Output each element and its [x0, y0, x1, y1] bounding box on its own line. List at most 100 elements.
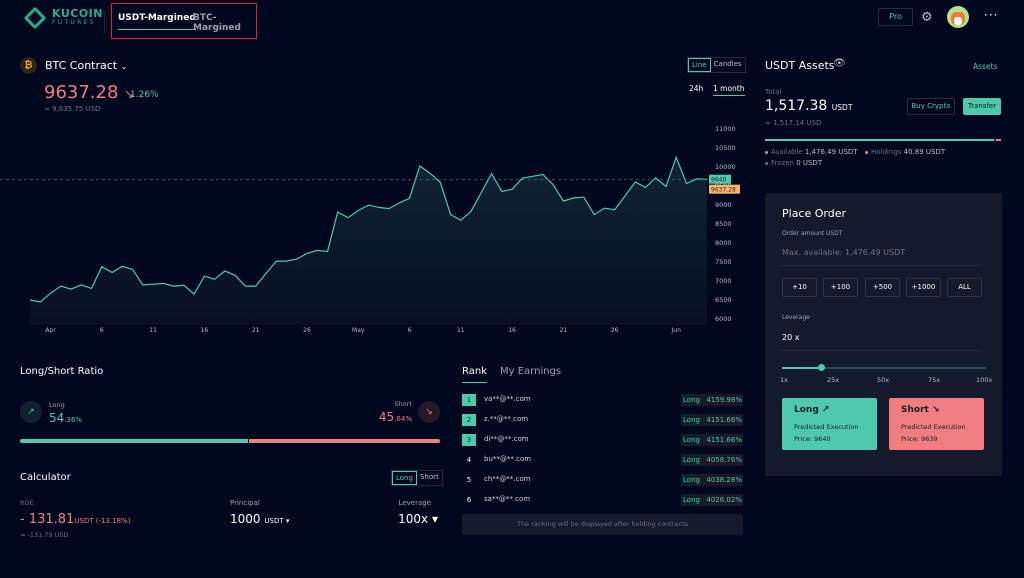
tab-my-earnings[interactable]: My Earnings	[500, 366, 561, 377]
y-tick-label: 7000	[715, 277, 732, 285]
kucoin-futures-logo[interactable]: KUCOIN FUTURES	[23, 6, 103, 29]
rank-number: 5	[466, 476, 472, 484]
add-1000-button[interactable]: +1000	[906, 278, 941, 297]
rank-earnings: 4026.02%	[702, 494, 743, 506]
long-price: Price: 9640	[794, 435, 831, 443]
available-value: 1,476.49 USDT	[804, 148, 858, 156]
leverage-label: Leverage	[782, 314, 810, 321]
chart-type-toggle: Line Candles	[687, 57, 746, 73]
rank-row: 4 bu**@**.com Long 4058.76%	[462, 454, 743, 468]
avatar[interactable]	[947, 6, 969, 28]
logo-subtext: FUTURES	[52, 19, 96, 26]
calculator-tabs: Long Short	[391, 470, 443, 486]
gear-icon[interactable]: ⚙	[921, 10, 933, 25]
y-tick-label: 8500	[715, 220, 732, 228]
rank-earnings: 4151.66%	[702, 414, 743, 426]
rank-row: 2 z.**@**.com Long 4151.66%	[462, 414, 743, 428]
assets-title: USDT Assets	[765, 59, 835, 72]
short-percent: 45.64%	[379, 410, 412, 424]
trend-down-icon: ↘	[931, 405, 940, 415]
trend-up-icon: ↗	[20, 401, 42, 423]
rank-row: 1 va**@**.com Long 4159.98%	[462, 394, 743, 408]
rank-side: Long	[681, 454, 702, 466]
short-label: Short	[394, 400, 412, 408]
x-tick-label: 6	[408, 327, 412, 334]
slider-label: 50x	[877, 376, 890, 384]
margin-tabs: USDT-Margined BTC-Margined	[111, 3, 257, 39]
add-100-button[interactable]: +100	[823, 278, 858, 297]
frozen-value: 0 USDT	[796, 159, 823, 167]
leverage-value[interactable]: 20 x	[782, 333, 983, 351]
long-bar	[20, 439, 249, 443]
trend-down-icon: ↘	[418, 401, 440, 423]
principal-value: 1000	[230, 512, 261, 526]
roe-unit: USDT (-13.18%)	[74, 517, 131, 525]
long-label: Long	[794, 405, 819, 415]
rank-user: z.**@**.com	[484, 415, 529, 423]
principal-select[interactable]: 1000 USDT ▾	[230, 512, 289, 526]
contract-selector[interactable]: BTC Contract ⌄	[45, 59, 127, 72]
mark-price-tag-label: 9637.28	[711, 187, 736, 194]
slider-label: 25x	[827, 376, 840, 384]
all-button[interactable]: ALL	[947, 278, 982, 297]
y-tick-label: 6000	[715, 315, 732, 323]
rank-number: 2	[462, 414, 476, 426]
rank-user: sa**@**.com	[484, 495, 531, 503]
range-1-month[interactable]: 1 month	[713, 84, 745, 96]
pro-button[interactable]: Pro	[878, 8, 913, 26]
price-usd: ≈ 9,635.75 USD	[44, 105, 101, 113]
tab-btc-margined[interactable]: BTC-Margined	[193, 13, 256, 33]
candles-tab[interactable]: Candles	[711, 58, 745, 72]
rank-user: di**@**.com	[484, 435, 529, 443]
calc-long-tab[interactable]: Long	[392, 471, 417, 485]
slider-label: 1x	[780, 376, 788, 384]
rank-side: Long	[681, 474, 702, 486]
tab-rank[interactable]: Rank	[462, 366, 487, 383]
total-usd: ≈ 1,517.14 USD	[765, 119, 822, 127]
y-tick-label: 10500	[715, 144, 736, 152]
long-dec: .36%	[64, 416, 83, 424]
calc-short-tab[interactable]: Short	[417, 471, 442, 485]
x-tick-label: 16	[201, 327, 209, 334]
rank-earnings: 4058.76%	[702, 454, 743, 466]
total-balance: 1,517.38 USDT	[765, 98, 852, 114]
ranking-note: The ranking will be displayed after hold…	[462, 514, 743, 535]
total-label: Total	[765, 88, 782, 96]
principal-label: Principal	[230, 499, 260, 507]
trend-up-icon: ↗	[821, 405, 830, 415]
place-order-panel: Place Order Order amount USDT Max. avail…	[765, 193, 1002, 476]
long-percent: 54.36%	[49, 411, 82, 425]
calc-leverage-select[interactable]: 100x ▾	[398, 512, 438, 526]
short-bar	[249, 439, 440, 443]
bitcoin-icon: ₿	[20, 57, 37, 74]
range-24h[interactable]: 24h	[689, 84, 703, 93]
long-label: Long	[49, 401, 65, 409]
last-price: 9637.28 ↘	[44, 82, 134, 103]
long-button[interactable]: Long ↗ Predicted Execution Price: 9640	[782, 398, 877, 450]
price-value: 9637.28	[44, 82, 119, 103]
rank-side: Long	[681, 394, 702, 406]
eye-icon[interactable]: 👁	[833, 58, 846, 69]
short-price: Price: 9639	[901, 435, 938, 443]
short-button[interactable]: Short ↘ Predicted Execution Price: 9639	[889, 398, 984, 450]
x-tick-label: 16	[508, 327, 516, 334]
more-icon[interactable]: ···	[984, 8, 998, 22]
roe-value: - 131.81USDT (-13.18%)	[20, 512, 130, 527]
add-500-button[interactable]: +500	[865, 278, 900, 297]
price-chart[interactable]: 6000650070007500800085009000950010000105…	[0, 115, 760, 340]
line-tab[interactable]: Line	[688, 58, 711, 72]
leverage-slider[interactable]	[782, 364, 986, 371]
short-label: Short	[901, 405, 929, 415]
short-dec: .64%	[394, 415, 412, 423]
order-amount-input[interactable]: Max. available: 1,476.49 USDT	[782, 248, 983, 266]
transfer-button[interactable]: Transfer	[963, 98, 1001, 115]
y-tick-label: 11000	[715, 125, 736, 133]
assets-link[interactable]: Assets	[973, 62, 997, 71]
last-price-tag-label: 9640	[711, 177, 726, 184]
add-10-button[interactable]: +10	[782, 278, 817, 297]
tab-usdt-margined[interactable]: USDT-Margined	[118, 13, 196, 30]
slider-handle[interactable]	[818, 364, 826, 371]
asset-distribution-bar	[765, 139, 1001, 141]
buy-crypto-button[interactable]: Buy Crypto	[907, 98, 955, 115]
holdings-value: 40.89 USDT	[903, 148, 946, 156]
